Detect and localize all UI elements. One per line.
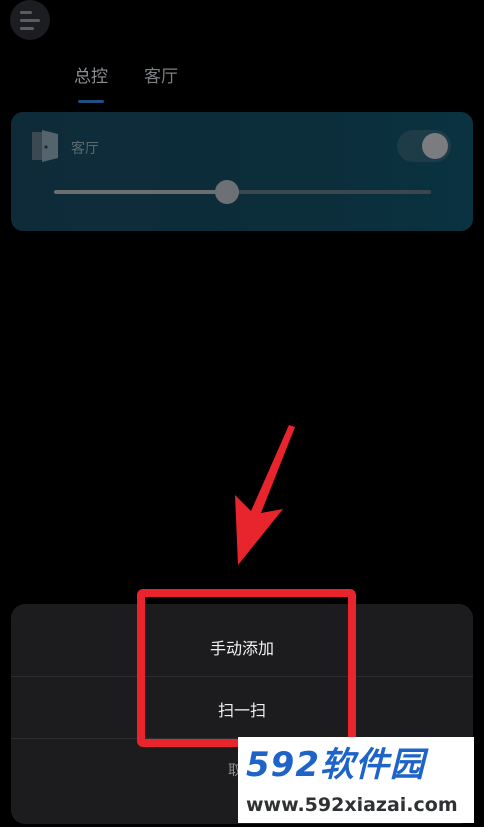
screen: 总控 客厅 客厅 手动添加 扫一扫 592软件园 www.592xiazai.c… [0, 0, 484, 827]
menu-icon [20, 10, 32, 14]
tab-all-control[interactable]: 总控 [74, 66, 108, 103]
highlight-annotation-box [137, 589, 356, 747]
brightness-slider[interactable] [54, 180, 431, 204]
arrow-down-left-icon [235, 425, 295, 565]
tab-label: 总控 [74, 67, 108, 87]
tab-label: 客厅 [144, 67, 178, 87]
tab-active-indicator [78, 100, 104, 103]
door-icon [32, 130, 58, 162]
watermark-url: www.592xiazai.com [246, 794, 458, 816]
slider-thumb[interactable] [215, 180, 240, 204]
slider-fill [54, 190, 228, 194]
room-power-toggle[interactable] [397, 130, 451, 162]
menu-button[interactable] [10, 0, 50, 40]
watermark: 592软件园 www.592xiazai.com [238, 737, 474, 823]
room-label: 客厅 [71, 141, 99, 157]
room-tabs: 总控 客厅 [74, 66, 178, 103]
toggle-knob [422, 133, 448, 159]
watermark-brand: 592软件园 [246, 745, 425, 785]
room-card[interactable]: 客厅 [11, 112, 473, 231]
tab-living-room[interactable]: 客厅 [144, 66, 178, 88]
